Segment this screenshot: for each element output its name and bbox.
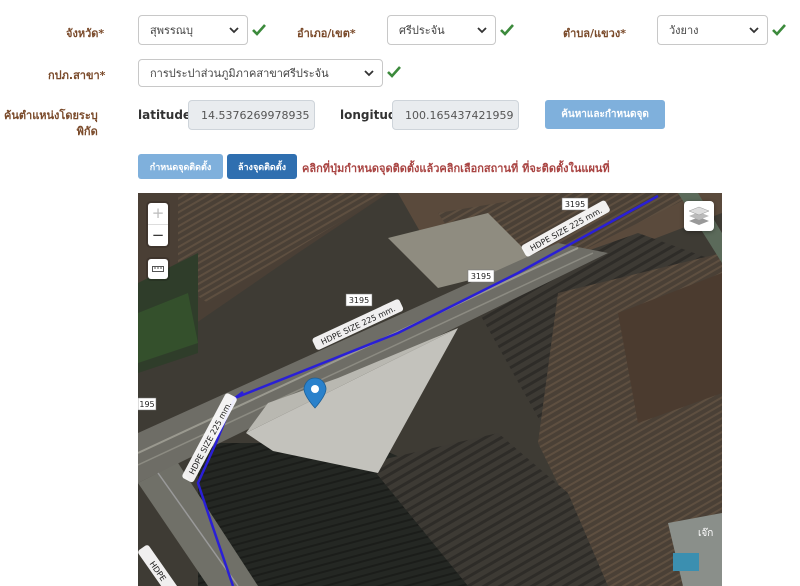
check-icon xyxy=(772,24,786,36)
place-label: เจ๊ก xyxy=(698,527,713,539)
province-select[interactable]: สุพรรณบุ xyxy=(138,15,248,45)
map-instruction-text: คลิกที่ปุ่มกำหนดจุดติดตั้งแล้วคลิกเลือกส… xyxy=(302,162,610,175)
branch-label: กปภ.สาขา* xyxy=(48,69,106,82)
satellite-imagery: 3195 3195 3195 195 HDPE SIZE 225 mm. HDP… xyxy=(138,193,722,586)
province-label: จังหวัด* xyxy=(66,27,105,40)
zoom-control: + − xyxy=(148,203,168,246)
zoom-out-button[interactable]: − xyxy=(148,225,168,246)
road-number-label-mid: 3195 xyxy=(467,269,495,283)
set-install-point-button[interactable]: กำหนดจุดติดตั้ง xyxy=(138,154,223,179)
search-and-set-button[interactable]: ค้นหาและกำหนดจุด xyxy=(545,100,665,129)
svg-text:3195: 3195 xyxy=(565,200,585,209)
svg-text:3195: 3195 xyxy=(349,296,369,305)
district-select-value: ศรีประจัน xyxy=(399,24,445,37)
subdistrict-select-value: วังยาง xyxy=(669,24,699,37)
svg-text:3195: 3195 xyxy=(471,272,491,281)
coordinate-search-label-line1: ค้นตำแหน่งโดยระบุ xyxy=(4,109,98,122)
branch-select-value: การประปาส่วนภูมิภาคสาขาศรีประจัน xyxy=(150,67,329,80)
latitude-label: latitude xyxy=(138,108,192,122)
longitude-field[interactable]: 100.165437421959 xyxy=(392,100,519,130)
road-number-label-edge: 195 xyxy=(138,397,157,411)
check-icon xyxy=(387,66,401,78)
district-select[interactable]: ศรีประจัน xyxy=(387,15,496,45)
chevron-down-icon xyxy=(229,27,239,34)
district-label: อำเภอ/เขต* xyxy=(297,27,356,40)
clear-install-point-button[interactable]: ล้างจุดติดตั้ง xyxy=(227,154,297,179)
svg-text:195: 195 xyxy=(139,400,154,409)
check-icon xyxy=(500,24,514,36)
latitude-field[interactable]: 14.5376269978935 xyxy=(188,100,315,130)
chevron-down-icon xyxy=(749,27,759,34)
road-number-label-left: 3195 xyxy=(345,293,373,307)
coordinate-search-label-line2: พิกัด xyxy=(76,125,98,138)
map-view[interactable]: 3195 3195 3195 195 HDPE SIZE 225 mm. HDP… xyxy=(138,193,722,586)
road-number-label-top: 3195 xyxy=(561,197,589,211)
subdistrict-select[interactable]: วังยาง xyxy=(657,15,768,45)
chevron-down-icon xyxy=(477,27,487,34)
layers-icon xyxy=(688,206,710,225)
province-select-value: สุพรรณบุ xyxy=(150,24,193,37)
coordinate-search-label: ค้นตำแหน่งโดยระบุ พิกัด xyxy=(4,108,98,140)
ruler-icon xyxy=(152,266,164,272)
measure-button[interactable] xyxy=(148,259,168,279)
layers-button[interactable] xyxy=(684,201,714,231)
check-icon xyxy=(252,24,266,36)
chevron-down-icon xyxy=(364,70,374,77)
zoom-in-button[interactable]: + xyxy=(148,203,168,225)
branch-select[interactable]: การประปาส่วนภูมิภาคสาขาศรีประจัน xyxy=(138,59,383,87)
subdistrict-label: ตำบล/แขวง* xyxy=(563,27,626,40)
